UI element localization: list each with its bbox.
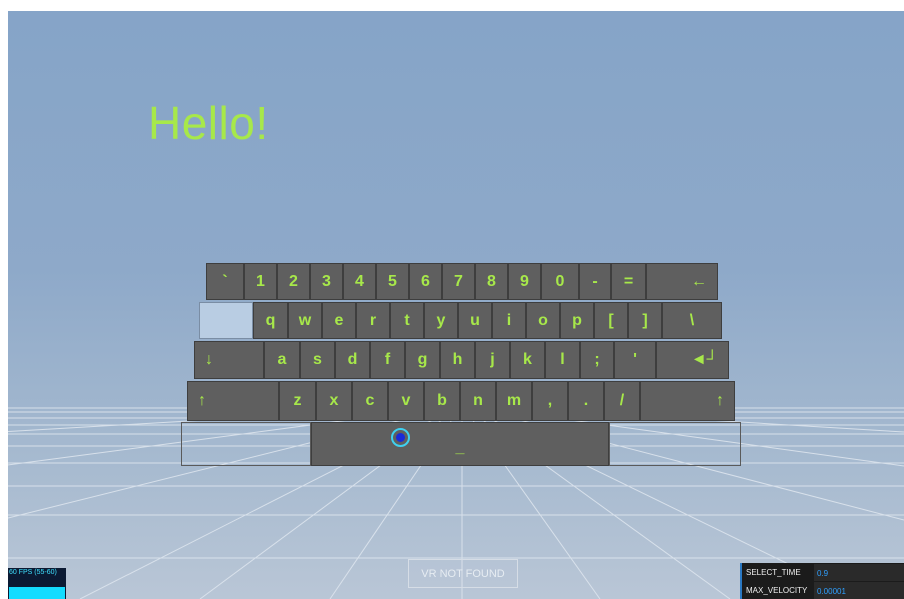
gaze-cursor-dot [396, 433, 405, 442]
key-left-bracket[interactable]: [ [594, 302, 628, 339]
params-panel: SELECT_TIME 0.9 MAX_VELOCITY 0.00001 [740, 563, 904, 599]
key-o[interactable]: o [526, 302, 560, 339]
left-border [0, 0, 8, 599]
key-w[interactable]: w [288, 302, 322, 339]
key-l[interactable]: l [545, 341, 580, 379]
key-n[interactable]: n [460, 381, 496, 421]
key-equals[interactable]: = [611, 263, 646, 300]
key-shift-up[interactable]: ↑ [187, 381, 279, 421]
key-5[interactable]: 5 [376, 263, 409, 300]
key-y[interactable]: y [424, 302, 458, 339]
param-value-input[interactable]: 0.00001 [814, 582, 904, 599]
key-e[interactable]: e [322, 302, 356, 339]
key-blank[interactable] [199, 302, 253, 339]
vr-enter-button[interactable]: VR NOT FOUND [408, 559, 518, 588]
key-k[interactable]: k [510, 341, 545, 379]
greeting-text: Hello! [148, 97, 269, 149]
key-backspace[interactable]: ← [646, 263, 718, 300]
key-p[interactable]: p [560, 302, 594, 339]
key-8[interactable]: 8 [475, 263, 508, 300]
key-3[interactable]: 3 [310, 263, 343, 300]
key-r[interactable]: r [356, 302, 390, 339]
vr-scene-canvas[interactable]: Hello! ` 1 2 3 4 5 6 7 8 9 0- = ← q w e r t y u i o p[] \ ↓ a s d f g… [0, 0, 904, 599]
key-semicolon[interactable]: ; [580, 341, 614, 379]
key-minus[interactable]: - [579, 263, 611, 300]
key-space[interactable]: _ [311, 422, 609, 466]
key-z[interactable]: z [279, 381, 316, 421]
param-row: MAX_VELOCITY 0.00001 [742, 582, 904, 599]
key-c[interactable]: c [352, 381, 388, 421]
key-enter[interactable]: ◄┘ [656, 341, 729, 379]
key-shift-down[interactable]: ↓ [194, 341, 264, 379]
key-shift-up-right[interactable]: ↑ [640, 381, 735, 421]
key-d[interactable]: d [335, 341, 370, 379]
key-m[interactable]: m [496, 381, 532, 421]
key-v[interactable]: v [388, 381, 424, 421]
key-q[interactable]: q [253, 302, 288, 339]
key-blank[interactable] [609, 422, 741, 466]
key-0[interactable]: 0 [541, 263, 579, 300]
fps-graph [9, 587, 65, 599]
fps-stats-panel[interactable]: 60 FPS (55-60) [8, 568, 66, 599]
key-a[interactable]: a [264, 341, 300, 379]
top-border [0, 0, 904, 11]
key-blank[interactable] [181, 422, 311, 466]
key-quote[interactable]: ' [614, 341, 656, 379]
key-backslash[interactable]: \ [662, 302, 722, 339]
param-value-input[interactable]: 0.9 [814, 564, 904, 581]
param-label: SELECT_TIME [746, 568, 801, 577]
key-1[interactable]: 1 [244, 263, 277, 300]
key-backtick[interactable]: ` [206, 263, 244, 300]
key-6[interactable]: 6 [409, 263, 442, 300]
key-x[interactable]: x [316, 381, 352, 421]
gaze-cursor-icon [391, 428, 410, 447]
key-u[interactable]: u [458, 302, 492, 339]
key-4[interactable]: 4 [343, 263, 376, 300]
key-period[interactable]: . [568, 381, 604, 421]
key-slash[interactable]: / [604, 381, 640, 421]
key-s[interactable]: s [300, 341, 335, 379]
key-i[interactable]: i [492, 302, 526, 339]
key-h[interactable]: h [440, 341, 475, 379]
param-label: MAX_VELOCITY [746, 586, 808, 595]
key-9[interactable]: 9 [508, 263, 541, 300]
key-g[interactable]: g [405, 341, 440, 379]
key-right-bracket[interactable]: ] [628, 302, 662, 339]
key-f[interactable]: f [370, 341, 405, 379]
key-t[interactable]: t [390, 302, 424, 339]
key-2[interactable]: 2 [277, 263, 310, 300]
fps-label: 60 FPS (55-60) [9, 569, 57, 576]
key-b[interactable]: b [424, 381, 460, 421]
key-j[interactable]: j [475, 341, 510, 379]
param-row: SELECT_TIME 0.9 [742, 564, 904, 581]
key-comma[interactable]: , [532, 381, 568, 421]
key-7[interactable]: 7 [442, 263, 475, 300]
